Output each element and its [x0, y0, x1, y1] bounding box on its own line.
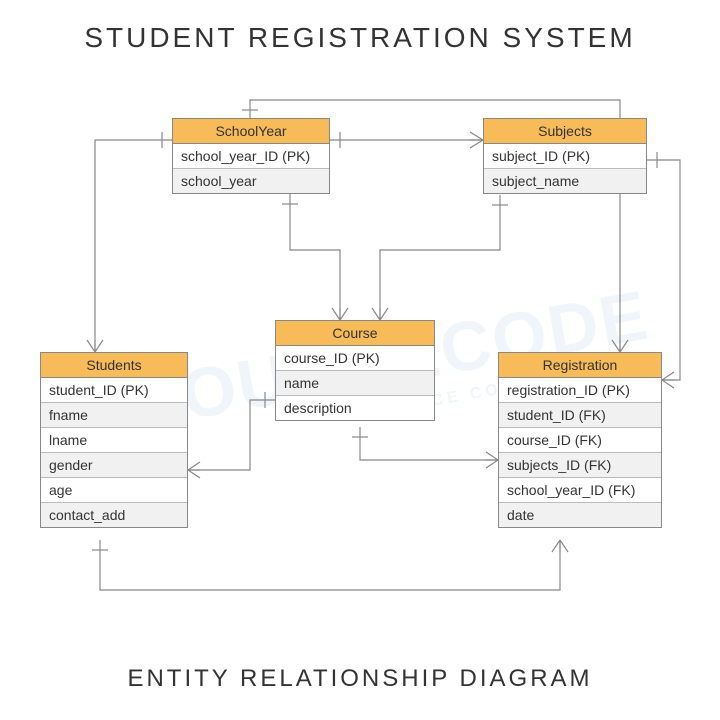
entity-subjects: Subjects subject_ID (PK) subject_name [483, 118, 647, 194]
entity-attr: school_year_ID (FK) [499, 478, 661, 503]
entity-attr: lname [41, 428, 187, 453]
entity-attr: name [276, 371, 434, 396]
entity-attr: course_ID (FK) [499, 428, 661, 453]
entity-attr: date [499, 503, 661, 527]
entity-schoolyear: SchoolYear school_year_ID (PK) school_ye… [172, 118, 330, 194]
entity-subjects-header: Subjects [484, 119, 646, 144]
entity-attr: registration_ID (PK) [499, 378, 661, 403]
entity-attr: school_year [173, 169, 329, 193]
entity-schoolyear-header: SchoolYear [173, 119, 329, 144]
entity-attr: student_ID (PK) [41, 378, 187, 403]
entity-attr: subject_name [484, 169, 646, 193]
entity-registration-header: Registration [499, 353, 661, 378]
entity-attr: contact_add [41, 503, 187, 527]
diagram-title: STUDENT REGISTRATION SYSTEM [0, 22, 720, 54]
entity-attr: student_ID (FK) [499, 403, 661, 428]
entity-course: Course course_ID (PK) name description [275, 320, 435, 421]
entity-attr: course_ID (PK) [276, 346, 434, 371]
diagram-subtitle: ENTITY RELATIONSHIP DIAGRAM [0, 665, 720, 693]
entity-registration: Registration registration_ID (PK) studen… [498, 352, 662, 528]
entity-students-header: Students [41, 353, 187, 378]
entity-attr: description [276, 396, 434, 420]
entity-attr: subjects_ID (FK) [499, 453, 661, 478]
entity-attr: age [41, 478, 187, 503]
entity-attr: school_year_ID (PK) [173, 144, 329, 169]
entity-course-header: Course [276, 321, 434, 346]
entity-attr: fname [41, 403, 187, 428]
entity-students: Students student_ID (PK) fname lname gen… [40, 352, 188, 528]
entity-attr: subject_ID (PK) [484, 144, 646, 169]
entity-attr: gender [41, 453, 187, 478]
